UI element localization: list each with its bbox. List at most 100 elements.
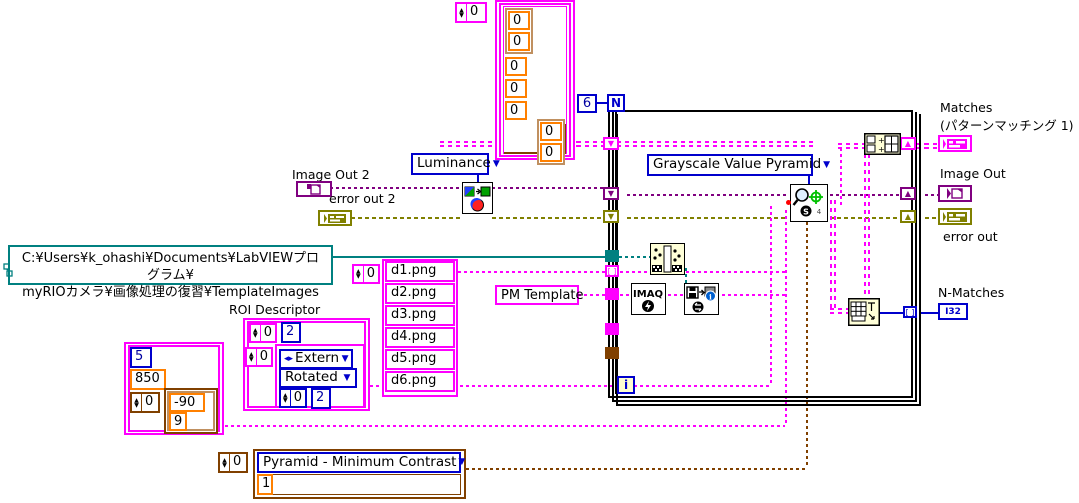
pm-template-constant[interactable]: PM Template [495, 285, 584, 305]
loop-count-terminal[interactable]: N [607, 94, 625, 112]
error-out-label: error out [943, 229, 998, 244]
tunnel-cluster-left[interactable]: ▼ [603, 137, 619, 150]
tunnel-cluster2-left[interactable] [605, 347, 619, 359]
tunnel-pmtemplate-left[interactable] [605, 288, 619, 300]
pyramid-contrast-index[interactable]: ▲ ▼ 0 [218, 452, 248, 473]
chevron-down-icon[interactable]: ▼ [341, 354, 349, 364]
index-array-node[interactable]: + + [864, 133, 901, 155]
wire-pyramid-ring-down [808, 176, 810, 184]
error-out-2-label: error out 2 [329, 191, 396, 206]
inner-cluster-value-0[interactable]: 0 [540, 122, 562, 141]
file-item-1[interactable]: d2.png [385, 283, 455, 304]
i32-glyph: I32 [945, 306, 961, 317]
luminance-ring-label: Luminance [417, 155, 491, 172]
tunnel-image-left[interactable]: ▼ [603, 187, 619, 200]
roi-index-a[interactable]: ▲ ▼ 0 [249, 323, 277, 343]
image-out-2-terminal[interactable] [296, 181, 332, 197]
inner-cluster-value-1[interactable]: 0 [540, 143, 562, 162]
angle-range-index-value: 0 [145, 394, 154, 409]
matches-label: Matches [940, 100, 993, 115]
image-out-indicator-terminal[interactable] [938, 185, 972, 202]
tunnel-path-left[interactable] [605, 250, 619, 262]
luminance-ring[interactable]: Luminance ▼ [411, 153, 500, 175]
cluster1-value-0[interactable]: 0 [508, 11, 530, 30]
tunnel-roi-left[interactable] [605, 323, 619, 335]
roi-extern-label: Extern [295, 350, 340, 367]
tunnel-nmatches-right[interactable]: [ ] [903, 306, 917, 318]
file-item-4[interactable]: d5.png [385, 349, 455, 370]
increment-decrement-icon[interactable]: ▲▼ [354, 266, 364, 282]
filelist-array-index[interactable]: ▲ ▼ 0 [352, 264, 380, 284]
tunnel-error-left[interactable]: ▼ [603, 210, 619, 223]
error-out-2-terminal[interactable] [318, 210, 352, 226]
error-out-indicator-terminal[interactable] [938, 208, 972, 225]
loop-count-constant[interactable]: 6 [577, 94, 597, 113]
pyramid-contrast-index-value: 0 [233, 454, 242, 469]
path-line-2: myRIOカメラ¥画像処理の復習¥TemplateImages [22, 285, 319, 300]
svg-text:4: 4 [817, 208, 822, 216]
angle-low-constant[interactable]: -90 [169, 393, 205, 412]
path-line-1: C:¥Users¥k_ohashi¥Documents¥LabVIEWプログラム… [21, 251, 320, 283]
roi-index-b[interactable]: ▲ ▼ 0 [245, 347, 273, 367]
array-value-3[interactable]: 0 [505, 79, 527, 98]
matches-sublabel: (パターンマッチング 1) [940, 118, 1074, 133]
n-matches-indicator-terminal[interactable]: I32 [938, 303, 968, 320]
tunnel-filelist-left[interactable]: [ ] [605, 265, 619, 277]
matches-indicator-terminal[interactable] [938, 135, 972, 152]
wire-error-cast-out [492, 217, 612, 219]
tunnel-matches-right[interactable]: ▲ [900, 137, 916, 150]
template-folder-path-constant[interactable]: C:¥Users¥k_ohashi¥Documents¥LabVIEWプログラム… [8, 245, 333, 300]
increment-decrement-icon[interactable]: ▲▼ [281, 390, 291, 406]
roi-rotated-label: Rotated [285, 369, 338, 386]
angle-high-constant[interactable]: 9 [169, 412, 187, 431]
increment-decrement-icon[interactable]: ▲▼ [247, 349, 257, 365]
chevron-down-icon[interactable]: ▼ [341, 373, 353, 383]
cluster-array-glyph [942, 138, 968, 149]
tunnel-image-right[interactable]: ▲ [900, 187, 916, 200]
max-match-constant[interactable]: 850 [130, 369, 166, 390]
array-value-4[interactable]: 0 [505, 101, 527, 120]
wire-count [597, 102, 607, 104]
roi-rot-index[interactable]: ▲ ▼ 0 [279, 388, 307, 408]
pyramid-contrast-label: Pyramid - Minimum Contrast [263, 453, 457, 470]
error-cluster-glyph [322, 213, 348, 223]
file-item-5[interactable]: d6.png [385, 371, 455, 392]
angle-range-index[interactable]: ▲ ▼ 0 [130, 392, 160, 413]
file-item-0[interactable]: d1.png [385, 261, 455, 282]
increment-decrement-icon[interactable]: ▲▼ [457, 4, 467, 21]
imaq-cast-image-node[interactable] [462, 182, 493, 214]
file-item-3[interactable]: d4.png [385, 327, 455, 348]
cluster1-value-1[interactable]: 0 [508, 32, 530, 51]
file-item-2[interactable]: d3.png [385, 305, 455, 326]
chevron-down-icon[interactable]: ▼ [458, 458, 465, 467]
pyramid-contrast-ring[interactable]: Pyramid - Minimum Contrast ▼ [257, 452, 465, 473]
wire-error-out2 [351, 217, 461, 219]
image-terminal-glyph [300, 183, 328, 195]
increment-decrement-icon[interactable]: ▲▼ [251, 325, 261, 341]
roi-rotated-ring[interactable]: Rotated ▼ [279, 368, 357, 388]
roi-extern-ring[interactable]: ◂▸ Extern ▼ [279, 349, 353, 369]
roi-value-two-b[interactable]: 2 [311, 388, 331, 409]
pyramid-contrast-value[interactable]: 1 [257, 474, 273, 495]
build-path-node[interactable] [650, 243, 685, 275]
array-value-2[interactable]: 0 [505, 57, 527, 76]
n-matches-label: N-Matches [938, 285, 1005, 300]
imaq-match-pattern-node[interactable]: S 4 [790, 184, 828, 222]
array-size-node[interactable] [848, 298, 880, 326]
match-mode-ring[interactable]: Grayscale Value Pyramid ▼ [647, 154, 830, 176]
roi-value-two-a[interactable]: 2 [281, 322, 301, 343]
array-index-top[interactable]: ▲ ▼ 0 [455, 2, 487, 23]
increment-decrement-icon[interactable]: ▲▼ [220, 454, 230, 471]
minimum-score-constant[interactable]: 5 [130, 347, 152, 368]
chevron-down-icon[interactable]: ▼ [493, 159, 500, 169]
loop-iteration-terminal[interactable]: i [617, 376, 635, 394]
wire-pyramid-contrast [466, 468, 806, 470]
tunnel-error-right[interactable]: ▲ [900, 210, 916, 223]
image-out-2-label: Image Out 2 [292, 167, 370, 182]
imaq-read-image-file-node[interactable]: i [684, 283, 719, 315]
imaq-create-node[interactable]: IMAQ [631, 283, 666, 315]
chevron-down-icon[interactable]: ▼ [823, 160, 830, 170]
wire-image-cast-out [492, 187, 612, 189]
match-error-dot [786, 200, 791, 205]
increment-decrement-icon[interactable]: ▲▼ [132, 394, 142, 411]
